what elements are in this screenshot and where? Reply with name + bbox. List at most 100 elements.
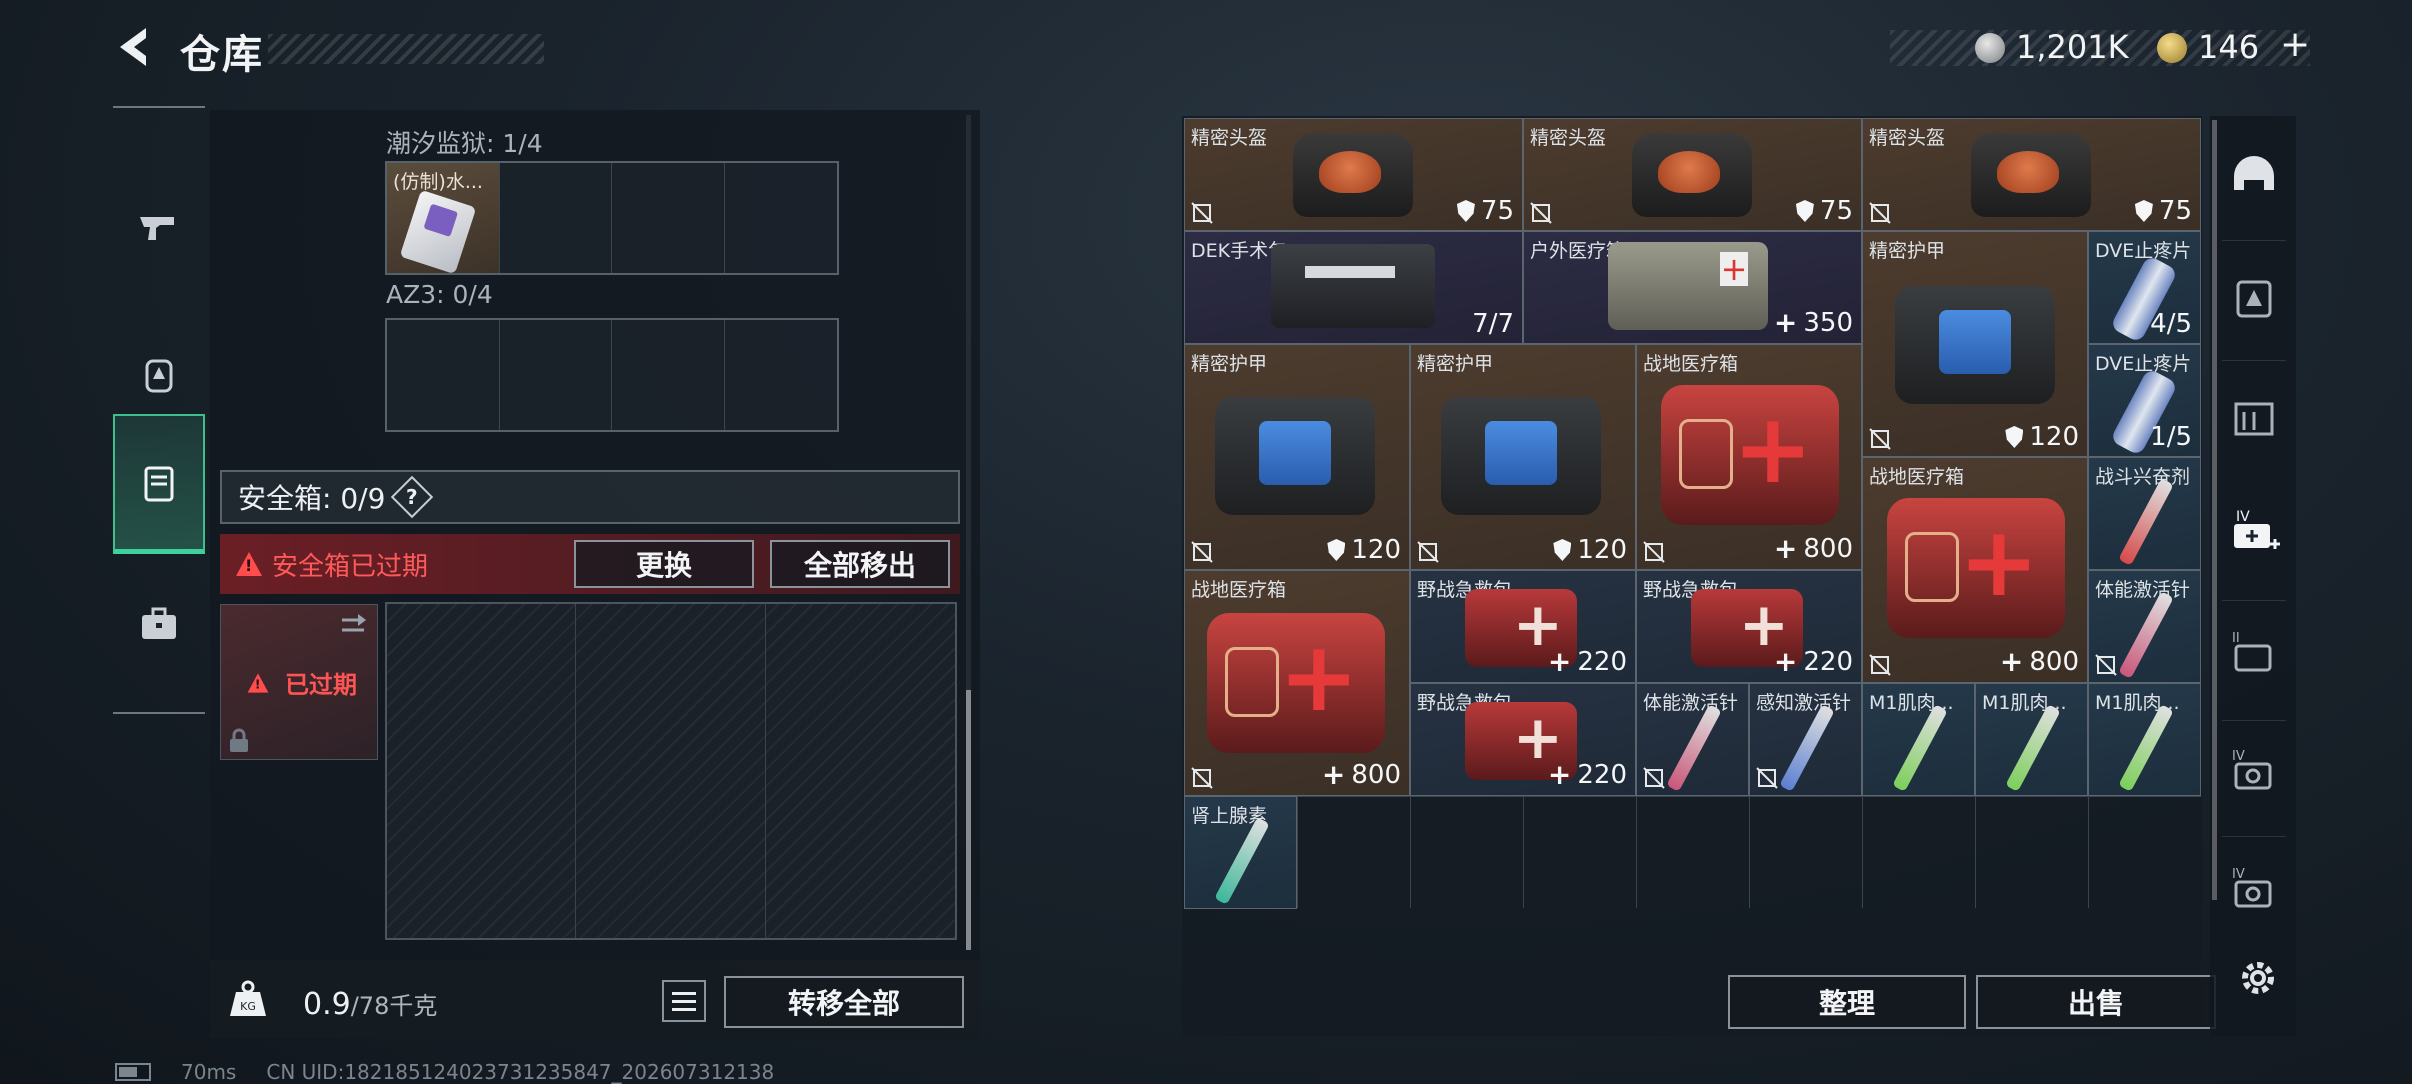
tab-safebox[interactable]	[113, 414, 205, 554]
inventory-item[interactable]: 精密头盔 75	[1523, 118, 1862, 231]
no-insure-icon	[1191, 767, 1213, 789]
weight-value: 0.9	[303, 987, 351, 1022]
storage-scrollbar-thumb[interactable]	[966, 690, 971, 950]
status-bar: 70ms CN UID:1821851240237312358​47_20260…	[115, 1060, 774, 1084]
transfer-all-button[interactable]: 转移全部	[724, 976, 964, 1028]
inventory-item[interactable]: 体能激活针	[2088, 570, 2201, 683]
container-grid[interactable]	[385, 318, 839, 432]
inventory-item[interactable]: 战地医疗箱 +800	[1636, 344, 1862, 570]
empty-slot[interactable]	[724, 163, 837, 273]
move-all-out-button[interactable]: 全部移出	[770, 540, 950, 588]
tab-briefcase[interactable]	[113, 554, 205, 694]
section-label: 潮汐监狱: 1/4	[386, 129, 543, 158]
no-insure-icon	[2095, 654, 2117, 676]
empty-slot[interactable]	[612, 163, 725, 273]
inventory-item[interactable]: DEK手术包 7/7	[1184, 231, 1523, 344]
inventory-item[interactable]: 精密护甲 120	[1862, 231, 2088, 457]
silver-amount: 1,201K	[2016, 28, 2129, 66]
settings-gear-icon[interactable]	[2236, 956, 2280, 1000]
inventory-item[interactable]: M1肌肉...	[1975, 683, 2088, 796]
no-insure-icon	[1530, 202, 1552, 224]
swap-icon[interactable]	[338, 612, 368, 636]
header-decoration	[268, 34, 544, 64]
gear-iv-filter-icon[interactable]: IV	[2226, 746, 2282, 802]
inventory-item[interactable]: 野战急救包 +220	[1410, 570, 1636, 683]
sell-button[interactable]: 出售	[1976, 975, 2216, 1029]
armor-vest-icon	[1215, 397, 1375, 515]
briefcase-icon	[142, 607, 176, 639]
inventory-item[interactable]: 精密头盔 75	[1184, 118, 1523, 231]
help-icon[interactable]: ?	[391, 475, 434, 519]
durability-icon	[2005, 426, 2024, 448]
inventory-item[interactable]: 战地医疗箱 +800	[1862, 457, 2088, 683]
helmet-filter-icon[interactable]	[2226, 150, 2282, 206]
item-slot[interactable]: (仿制)水...	[387, 163, 500, 275]
armor-vest-icon	[1895, 286, 2055, 404]
list-view-icon[interactable]	[662, 980, 706, 1022]
inventory-item[interactable]: 野战急救包 +220	[1410, 683, 1636, 796]
page-title: 仓库	[180, 32, 264, 78]
inventory-item[interactable]: 肾上腺素	[1184, 796, 1297, 909]
rig-filter-icon[interactable]	[2226, 390, 2282, 446]
inventory-item[interactable]: DVE止疼片 1/5	[2088, 344, 2201, 457]
inventory-item[interactable]: 户外医疗箱 +350	[1523, 231, 1862, 344]
empty-slot[interactable]	[499, 163, 612, 273]
empty-slot[interactable]	[499, 320, 612, 430]
item-name: (仿制)水...	[393, 171, 483, 193]
svg-text:IV: IV	[2232, 867, 2245, 882]
svg-text:KG: KG	[240, 1000, 256, 1013]
add-currency-button[interactable]: +	[2280, 24, 2310, 65]
replace-button[interactable]: 更换	[574, 540, 754, 588]
inventory-item[interactable]: M1肌肉...	[1862, 683, 1975, 796]
tab-weapons[interactable]	[113, 156, 205, 296]
inventory-item[interactable]: DVE止疼片 4/5	[2088, 231, 2201, 344]
armor-filter-icon[interactable]	[2226, 270, 2282, 326]
inventory-item[interactable]: 精密头盔 75	[1862, 118, 2201, 231]
svg-text:II: II	[2232, 631, 2240, 646]
inventory-item[interactable]: 体能激活针	[1636, 683, 1749, 796]
inventory-item[interactable]: 精密护甲 120	[1410, 344, 1636, 570]
battery-icon	[115, 1063, 151, 1081]
organize-button[interactable]: 整理	[1728, 975, 1966, 1029]
weight-icon: KG	[230, 980, 266, 1016]
surgical-kit-icon	[1271, 244, 1435, 328]
uid-text: CN UID:1821851240237312358​47_2026073121…	[266, 1060, 775, 1084]
inventory-item[interactable]: 战地医疗箱 +800	[1184, 570, 1410, 796]
stimulant-icon	[2118, 478, 2174, 566]
outdoor-medkit-icon	[1608, 242, 1768, 330]
inventory-item[interactable]: 野战急救包 +220	[1636, 570, 1862, 683]
safe-box-header: 安全箱: 0/9 ?	[220, 470, 960, 524]
empty-slot[interactable]	[387, 320, 500, 430]
durability-icon	[1327, 539, 1346, 561]
inventory-item[interactable]: 战斗兴奋剂	[2088, 457, 2201, 570]
gear-iv-alt-filter-icon[interactable]: IV	[2226, 864, 2282, 920]
inventory-item[interactable]: M1肌肉...	[2088, 683, 2201, 796]
container-grid[interactable]: (仿制)水...	[385, 161, 839, 275]
weight-unit: /78千克	[350, 992, 438, 1020]
no-insure-icon	[1191, 202, 1213, 224]
back-arrow-icon[interactable]	[112, 22, 162, 72]
left-sidebar	[113, 106, 205, 714]
ping-text: 70ms	[181, 1060, 237, 1084]
first-aid-kit-icon	[1661, 385, 1839, 525]
no-insure-icon	[1191, 541, 1213, 563]
syringe-icon	[1779, 704, 1835, 792]
backpack-icon	[145, 359, 173, 393]
expired-text: 安全箱已过期	[272, 551, 429, 582]
medical-filter-icon[interactable]: IV	[2226, 506, 2282, 562]
empty-slot[interactable]	[612, 320, 725, 430]
svg-text:IV: IV	[2236, 509, 2250, 525]
no-insure-icon	[1869, 654, 1891, 676]
no-insure-icon	[1643, 767, 1665, 789]
durability-icon	[2134, 200, 2153, 222]
syringe-icon	[2118, 704, 2174, 792]
inventory-item[interactable]: 感知激活针	[1749, 683, 1862, 796]
svg-text:IV: IV	[2232, 749, 2245, 764]
empty-slot[interactable]	[724, 320, 837, 430]
safe-box-grid[interactable]	[385, 602, 957, 940]
no-insure-icon	[1643, 541, 1665, 563]
inventory-item[interactable]: 精密护甲 120	[1184, 344, 1410, 570]
ammo-filter-icon[interactable]: II	[2226, 628, 2282, 684]
gold-coin-icon	[2157, 33, 2187, 63]
inventory-scrollbar[interactable]	[2212, 120, 2217, 900]
